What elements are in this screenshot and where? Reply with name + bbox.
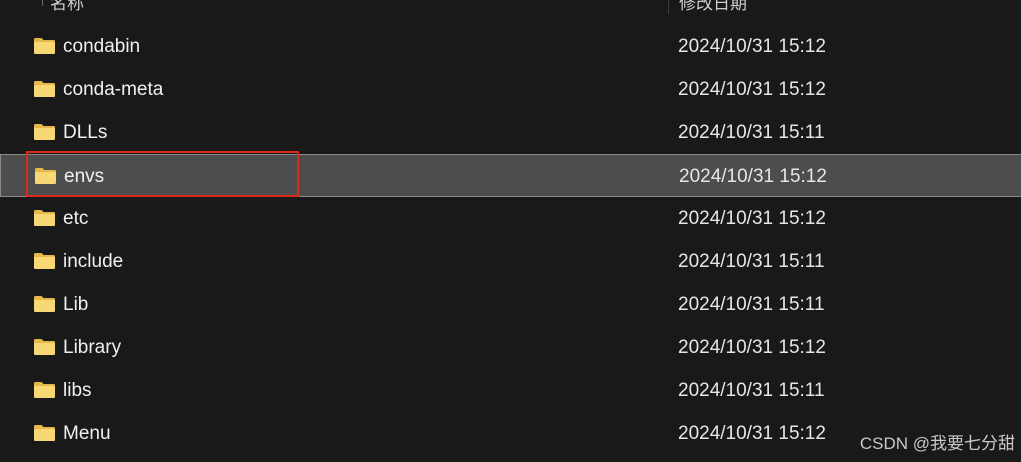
watermark: CSDN @我要七分甜 (859, 434, 1015, 453)
folder-icon (34, 167, 57, 185)
folder-icon (33, 252, 56, 270)
header-edge (42, 0, 43, 6)
folder-icon (33, 209, 56, 227)
folder-icon (33, 338, 56, 356)
folder-icon (33, 37, 56, 55)
file-explorer: 名称 修改日期 condabin 2024/10/31 15:12 conda-me… (0, 0, 1021, 462)
modified-date: 2024/10/31 15:11 (678, 122, 825, 143)
date-column-header[interactable]: 修改日期 (679, 0, 747, 14)
file-name: Menu (63, 423, 111, 444)
file-name: condabin (63, 36, 141, 57)
file-row[interactable]: DLLs 2024/10/31 15:11 (0, 111, 1021, 154)
file-row[interactable]: etc 2024/10/31 15:12 (0, 197, 1021, 240)
folder-icon (33, 123, 56, 141)
folder-icon (33, 295, 56, 313)
file-name: conda-meta (63, 79, 164, 100)
file-row[interactable]: conda-meta 2024/10/31 15:12 (0, 68, 1021, 111)
file-name: Lib (63, 294, 89, 315)
file-name: DLLs (63, 122, 108, 143)
file-list: condabin 2024/10/31 15:12 conda-meta 2024/1… (0, 25, 1021, 455)
file-name: envs (64, 166, 105, 187)
file-row[interactable]: Library 2024/10/31 15:12 (0, 326, 1021, 369)
modified-date: 2024/10/31 15:12 (678, 208, 826, 229)
folder-icon (33, 424, 56, 442)
file-name: etc (63, 208, 89, 229)
modified-date: 2024/10/31 15:12 (678, 36, 826, 57)
column-divider[interactable] (668, 0, 669, 14)
file-name: libs (63, 380, 92, 401)
file-row[interactable]: envs 2024/10/31 15:12 (0, 154, 1021, 197)
name-column-header[interactable]: 名称 (50, 0, 84, 14)
modified-date: 2024/10/31 15:11 (678, 294, 825, 315)
file-name: Library (63, 337, 122, 358)
modified-date: 2024/10/31 15:12 (678, 337, 826, 358)
modified-date: 2024/10/31 15:12 (678, 423, 826, 444)
file-row[interactable]: libs 2024/10/31 15:11 (0, 369, 1021, 412)
modified-date: 2024/10/31 15:11 (678, 380, 825, 401)
file-name: include (63, 251, 124, 272)
modified-date: 2024/10/31 15:12 (678, 79, 826, 100)
folder-icon (33, 381, 56, 399)
file-row[interactable]: condabin 2024/10/31 15:12 (0, 25, 1021, 68)
file-row[interactable]: Lib 2024/10/31 15:11 (0, 283, 1021, 326)
modified-date: 2024/10/31 15:11 (678, 251, 825, 272)
modified-date: 2024/10/31 15:12 (679, 166, 827, 187)
column-header: 名称 修改日期 (0, 0, 1021, 14)
file-row[interactable]: include 2024/10/31 15:11 (0, 240, 1021, 283)
folder-icon (33, 80, 56, 98)
